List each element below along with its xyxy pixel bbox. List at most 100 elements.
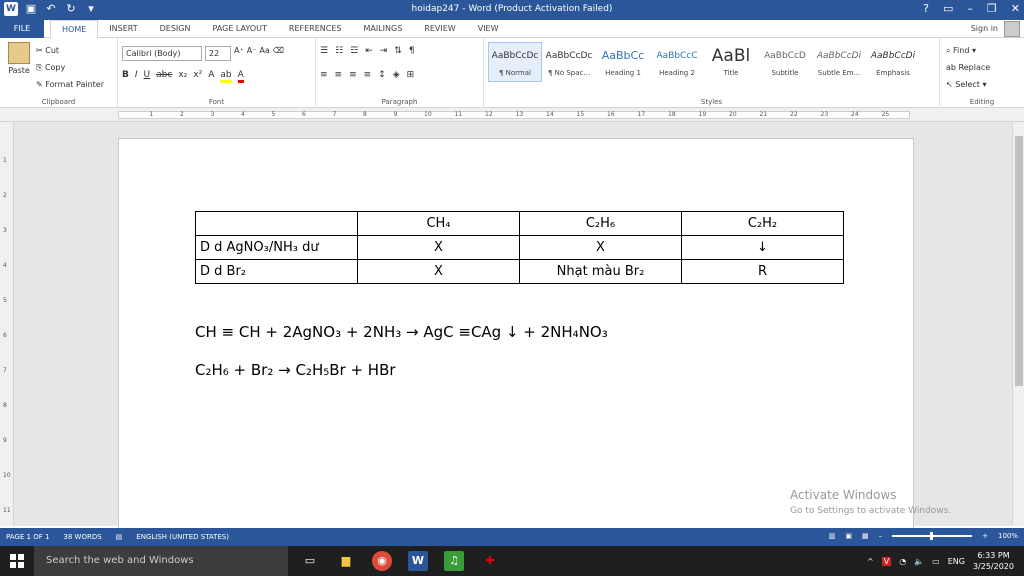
sign-in-link[interactable]: Sign in <box>971 24 998 33</box>
font-name-select[interactable]: Calibri (Body) <box>122 46 202 61</box>
input-language[interactable]: ENG <box>948 557 965 566</box>
file-explorer-icon[interactable]: ▆ <box>336 551 356 571</box>
tab-insert[interactable]: INSERT <box>98 20 148 38</box>
zoom-out-button[interactable]: – <box>879 532 883 540</box>
table-cell[interactable] <box>195 211 358 236</box>
zoom-slider[interactable] <box>892 532 973 540</box>
vertical-ruler[interactable]: 1 2 3 4 5 6 7 8 9 10 11 <box>0 122 14 526</box>
table-cell[interactable]: D d AgNO₃/NH₃ dư <box>195 235 358 260</box>
table-cell[interactable]: X <box>519 235 682 260</box>
avatar[interactable] <box>1004 21 1020 37</box>
align-center-icon[interactable]: ≡ <box>335 70 343 80</box>
tab-file[interactable]: FILE <box>0 20 44 38</box>
word-taskbar-icon[interactable]: W <box>408 551 428 571</box>
font-size-select[interactable]: 22 <box>205 46 231 61</box>
clear-format-icon[interactable]: ⌫ <box>273 46 284 61</box>
sort-icon[interactable]: ⇅ <box>394 46 402 56</box>
style-subtitle[interactable]: AaBbCcD Subtitle <box>758 42 812 82</box>
paste-button[interactable]: Paste <box>6 42 32 75</box>
justify-icon[interactable]: ≡ <box>364 70 372 80</box>
zoom-slider-knob[interactable] <box>930 532 934 540</box>
text-effects-icon[interactable]: A <box>208 70 214 83</box>
increase-indent-icon[interactable]: ⇥ <box>380 46 388 56</box>
ribbon-display-icon[interactable]: ▭ <box>943 2 953 15</box>
style-normal[interactable]: AaBbCcDc ¶ Normal <box>488 42 542 82</box>
table-cell[interactable]: CH₄ <box>357 211 520 236</box>
shrink-font-icon[interactable]: A⁻ <box>247 46 257 61</box>
style-subtle-emphasis[interactable]: AaBbCcDi Subtle Em... <box>812 42 866 82</box>
table-cell[interactable]: X <box>357 259 520 284</box>
replace-button[interactable]: ab Replace <box>946 59 990 76</box>
table-cell[interactable]: X <box>357 235 520 260</box>
language-indicator[interactable]: ENGLISH (UNITED STATES) <box>136 533 229 541</box>
notification-icon[interactable]: ▭ <box>932 557 940 566</box>
tab-references[interactable]: REFERENCES <box>278 20 353 38</box>
cut-button[interactable]: ✂ Cut <box>36 42 104 59</box>
tab-design[interactable]: DESIGN <box>149 20 202 38</box>
tab-review[interactable]: REVIEW <box>413 20 466 38</box>
highlight-icon[interactable]: ab <box>220 70 232 83</box>
zoom-level[interactable]: 100% <box>998 532 1018 540</box>
restore-button[interactable]: ❐ <box>987 2 997 15</box>
table-cell[interactable]: Nhạt màu Br₂ <box>519 259 682 284</box>
numbering-icon[interactable]: ☷ <box>335 46 343 56</box>
table-cell[interactable]: C₂H₂ <box>681 211 844 236</box>
multilevel-list-icon[interactable]: ☲ <box>350 46 358 56</box>
task-view-icon[interactable]: ▭ <box>300 551 320 571</box>
italic-icon[interactable]: I <box>135 70 138 83</box>
app-icon[interactable]: ♫ <box>444 551 464 571</box>
table-cell[interactable]: D d Br₂ <box>195 259 358 284</box>
web-layout-icon[interactable]: ▦ <box>862 532 869 540</box>
table-cell[interactable]: ↓ <box>681 235 844 260</box>
style-heading-2[interactable]: AaBbCcC Heading 2 <box>650 42 704 82</box>
style-emphasis[interactable]: AaBbCcDi Emphasis <box>866 42 920 82</box>
equation-line[interactable]: C₂H₆ + Br₂ → C₂H₅Br + HBr <box>195 361 396 379</box>
vertical-scrollbar[interactable] <box>1012 122 1024 526</box>
tab-page-layout[interactable]: PAGE LAYOUT <box>201 20 277 38</box>
subscript-icon[interactable]: x₂ <box>178 70 187 83</box>
volume-icon[interactable]: 🔈 <box>914 557 924 566</box>
chrome-icon[interactable]: ◉ <box>372 551 392 571</box>
strikethrough-icon[interactable]: abc <box>156 70 172 83</box>
scrollbar-thumb[interactable] <box>1015 136 1023 386</box>
style-heading-1[interactable]: AaBbCc Heading 1 <box>596 42 650 82</box>
tab-view[interactable]: VIEW <box>467 20 510 38</box>
minimize-button[interactable]: – <box>967 2 973 15</box>
underline-icon[interactable]: U <box>144 70 151 83</box>
find-button[interactable]: ⌕ Find ▾ <box>946 42 990 59</box>
close-button[interactable]: ✕ <box>1011 2 1020 15</box>
select-button[interactable]: ↖ Select ▾ <box>946 76 990 93</box>
style-no-spacing[interactable]: AaBbCcDc ¶ No Spac... <box>542 42 596 82</box>
align-left-icon[interactable]: ≡ <box>320 70 328 80</box>
document-page[interactable]: CH₄ C₂H₆ C₂H₂ D d AgNO₃/NH₃ dư X X ↓ D d… <box>118 138 914 538</box>
print-layout-icon[interactable]: ▣ <box>845 532 852 540</box>
bullets-icon[interactable]: ☰ <box>320 46 328 56</box>
change-case-icon[interactable]: Aa <box>259 46 269 61</box>
bold-icon[interactable]: B <box>122 70 129 83</box>
taskbar-search-input[interactable]: Search the web and Windows <box>34 546 288 576</box>
font-color-icon[interactable]: A <box>237 70 244 83</box>
table-cell[interactable]: C₂H₆ <box>519 211 682 236</box>
copy-button[interactable]: ⎘ Copy <box>36 59 104 76</box>
pilcrow-icon[interactable]: ¶ <box>409 46 415 56</box>
line-spacing-icon[interactable]: ↕ <box>378 70 386 80</box>
windows-start-icon[interactable] <box>10 554 24 568</box>
superscript-icon[interactable]: x² <box>193 70 202 83</box>
app-icon-red[interactable]: ✚ <box>480 551 500 571</box>
proofing-icon[interactable]: ▤ <box>116 533 123 541</box>
shading-icon[interactable]: ◈ <box>393 70 400 80</box>
decrease-indent-icon[interactable]: ⇤ <box>365 46 373 56</box>
grow-font-icon[interactable]: A⁺ <box>234 46 244 61</box>
clock[interactable]: 6:33 PM 3/25/2020 <box>973 550 1014 572</box>
tab-mailings[interactable]: MAILINGS <box>352 20 413 38</box>
zoom-in-button[interactable]: + <box>982 532 988 540</box>
help-button[interactable]: ? <box>923 2 929 15</box>
antivirus-icon[interactable]: V <box>881 556 892 566</box>
style-title[interactable]: AaBl Title <box>704 42 758 82</box>
format-painter-button[interactable]: ✎ Format Painter <box>36 76 104 93</box>
horizontal-ruler[interactable]: 1 2 3 4 5 6 7 8 9 10 11 12 13 14 15 16 17 18 19 20 21 22 23 24 2… <box>0 108 1024 122</box>
tray-up-icon[interactable]: ^ <box>867 557 874 566</box>
equation-line[interactable]: CH ≡ CH + 2AgNO₃ + 2NH₃ → AgC ≡CAg ↓ + 2… <box>195 323 608 341</box>
read-mode-icon[interactable]: ▥ <box>829 532 836 540</box>
table-cell[interactable]: R <box>681 259 844 284</box>
